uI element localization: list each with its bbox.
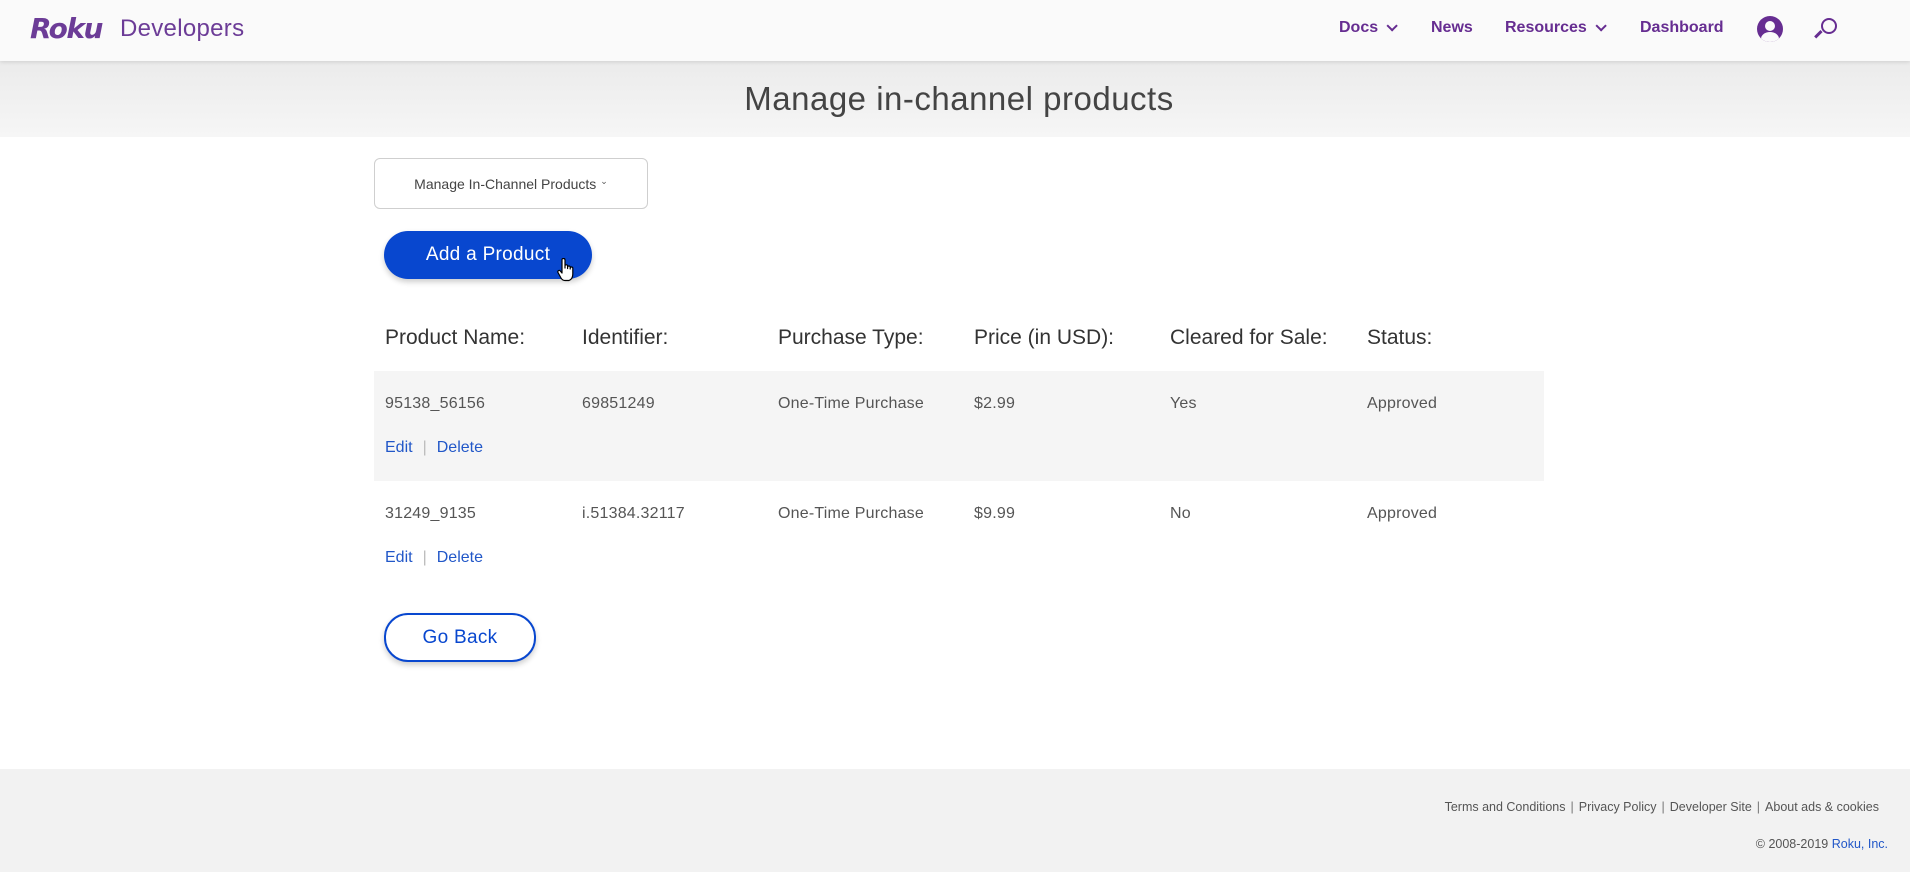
product-status: Approved	[1367, 505, 1438, 522]
nav-docs[interactable]: Docs	[1339, 19, 1398, 37]
column-header-status: Status:	[1367, 326, 1433, 349]
search-icon[interactable]	[1814, 17, 1839, 41]
edit-link[interactable]: Edit	[385, 549, 413, 567]
nav-docs-label: Docs	[1339, 19, 1379, 36]
table-row: 95138_56156 69851249 One-Time Purchase $…	[374, 371, 1544, 481]
action-separator: |	[422, 439, 427, 456]
product-purchase-type: One-Time Purchase	[778, 395, 924, 412]
user-icon-head	[1765, 21, 1775, 31]
column-header-cleared: Cleared for Sale:	[1170, 326, 1328, 349]
row-actions: Edit | Delete	[385, 439, 483, 457]
row-actions: Edit | Delete	[385, 549, 483, 567]
nav-news-label: News	[1431, 19, 1473, 36]
nav-resources-label: Resources	[1505, 19, 1587, 36]
chevron-down-icon	[1595, 20, 1607, 32]
product-purchase-type: One-Time Purchase	[778, 505, 924, 522]
product-name: 31249_9135	[385, 505, 476, 522]
footer-separator: |	[1570, 800, 1574, 814]
footer-links: Terms and Conditions | Privacy Policy | …	[1445, 800, 1879, 814]
site-name[interactable]: Developers	[120, 15, 244, 43]
nav-news[interactable]: News	[1431, 19, 1473, 37]
nav-resources[interactable]: Resources	[1505, 19, 1607, 37]
page-title: Manage in-channel products	[744, 80, 1174, 117]
product-price: $2.99	[974, 395, 1016, 412]
column-header-identifier: Identifier:	[582, 326, 669, 349]
search-icon-ring	[1821, 18, 1837, 34]
edit-link[interactable]: Edit	[385, 439, 413, 457]
products-table-header: Product Name: Identifier: Purchase Type:…	[374, 322, 1544, 372]
table-row: 31249_9135 i.51384.32117 One-Time Purcha…	[374, 481, 1544, 591]
brand[interactable]: Roku Developers	[30, 12, 244, 45]
user-icon-body	[1761, 32, 1779, 42]
column-header-price: Price (in USD):	[974, 326, 1115, 349]
go-back-button[interactable]: Go Back	[384, 613, 536, 662]
product-name: 95138_56156	[385, 395, 486, 412]
action-separator: |	[422, 549, 427, 566]
hand-cursor-icon	[557, 258, 574, 282]
footer-link-terms[interactable]: Terms and Conditions	[1445, 800, 1566, 814]
product-price: $9.99	[974, 505, 1016, 522]
chevron-down-icon: ⌄	[600, 176, 608, 186]
user-icon[interactable]	[1757, 16, 1783, 42]
footer-separator: |	[1661, 800, 1665, 814]
product-cleared: No	[1170, 505, 1191, 522]
column-header-purchase-type: Purchase Type:	[778, 326, 924, 349]
roku-logo[interactable]: Roku	[30, 12, 103, 45]
footer-link-ads[interactable]: About ads & cookies	[1765, 800, 1879, 814]
nav-dashboard-label: Dashboard	[1640, 19, 1724, 36]
roku-inc-link[interactable]: Roku, Inc.	[1832, 837, 1888, 851]
product-status: Approved	[1367, 395, 1438, 412]
delete-link[interactable]: Delete	[437, 439, 483, 457]
search-icon-handle	[1814, 30, 1823, 39]
product-menu-select-value: Manage In-Channel Products	[414, 175, 597, 192]
product-identifier: 69851249	[582, 395, 655, 412]
product-menu-select[interactable]: Manage In-Channel Products ⌄	[374, 158, 648, 209]
delete-link[interactable]: Delete	[437, 549, 483, 567]
footer-link-privacy[interactable]: Privacy Policy	[1579, 800, 1657, 814]
top-navigation-bar: Roku Developers Docs News Resources Dash…	[0, 0, 1910, 61]
chevron-down-icon	[1386, 20, 1398, 32]
footer-link-developer-site[interactable]: Developer Site	[1670, 800, 1752, 814]
product-identifier: i.51384.32117	[582, 505, 685, 522]
copyright-text: © 2008-2019	[1755, 837, 1829, 851]
footer: Terms and Conditions | Privacy Policy | …	[0, 769, 1910, 872]
column-header-name: Product Name:	[385, 326, 526, 349]
footer-copyright: © 2008-2019 Roku, Inc.	[1756, 837, 1888, 851]
footer-separator: |	[1756, 800, 1761, 814]
product-cleared: Yes	[1170, 395, 1197, 412]
nav-dashboard[interactable]: Dashboard	[1640, 19, 1724, 37]
